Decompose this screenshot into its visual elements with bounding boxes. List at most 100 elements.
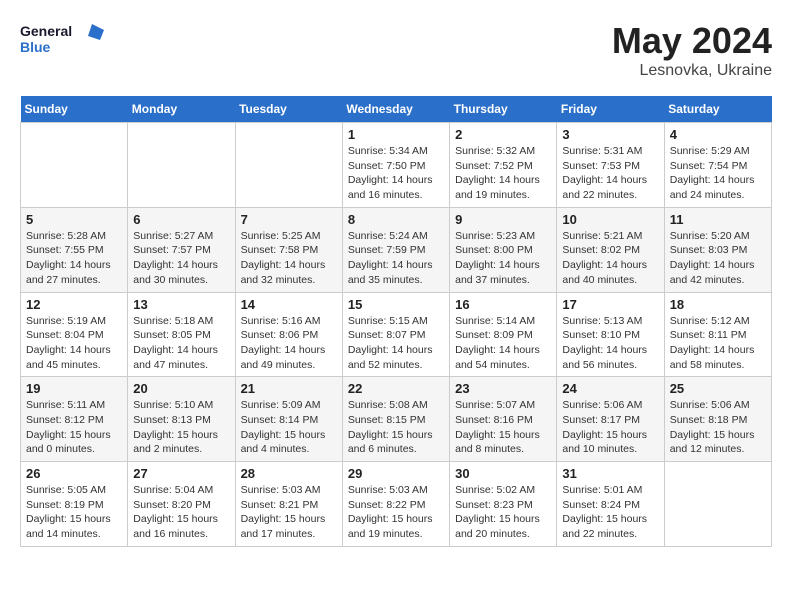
calendar-cell: 24 Sunrise: 5:06 AMSunset: 8:17 PMDayligh… — [557, 377, 664, 462]
day-number: 13 — [133, 297, 229, 312]
calendar-cell — [664, 462, 771, 547]
logo: General Blue — [20, 20, 110, 62]
weekday-header: Thursday — [450, 96, 557, 123]
calendar-cell: 10 Sunrise: 5:21 AMSunset: 8:02 PMDayligh… — [557, 207, 664, 292]
day-number: 25 — [670, 381, 766, 396]
day-number: 1 — [348, 127, 444, 142]
day-info: Sunrise: 5:32 AMSunset: 7:52 PMDaylight:… — [455, 144, 551, 203]
day-number: 28 — [241, 466, 337, 481]
day-info: Sunrise: 5:02 AMSunset: 8:23 PMDaylight:… — [455, 483, 551, 542]
day-info: Sunrise: 5:06 AMSunset: 8:18 PMDaylight:… — [670, 398, 766, 457]
day-number: 20 — [133, 381, 229, 396]
calendar-cell: 16 Sunrise: 5:14 AMSunset: 8:09 PMDayligh… — [450, 292, 557, 377]
day-number: 10 — [562, 212, 658, 227]
logo-svg: General Blue — [20, 20, 110, 62]
day-number: 27 — [133, 466, 229, 481]
day-info: Sunrise: 5:14 AMSunset: 8:09 PMDaylight:… — [455, 314, 551, 373]
day-number: 8 — [348, 212, 444, 227]
calendar-cell: 7Sunrise: 5:25 AMSunset: 7:58 PMDaylight… — [235, 207, 342, 292]
day-info: Sunrise: 5:31 AMSunset: 7:53 PMDaylight:… — [562, 144, 658, 203]
day-info: Sunrise: 5:01 AMSunset: 8:24 PMDaylight:… — [562, 483, 658, 542]
calendar-week-row: 5Sunrise: 5:28 AMSunset: 7:55 PMDaylight… — [21, 207, 772, 292]
day-info: Sunrise: 5:13 AMSunset: 8:10 PMDaylight:… — [562, 314, 658, 373]
svg-text:General: General — [20, 23, 72, 39]
title-block: May 2024 Lesnovka, Ukraine — [612, 20, 772, 80]
calendar-cell: 29Sunrise: 5:03 AMSunset: 8:22 PMDayligh… — [342, 462, 449, 547]
day-number: 17 — [562, 297, 658, 312]
day-info: Sunrise: 5:24 AMSunset: 7:59 PMDaylight:… — [348, 229, 444, 288]
location: Lesnovka, Ukraine — [612, 62, 772, 80]
calendar-cell — [235, 123, 342, 208]
day-number: 31 — [562, 466, 658, 481]
calendar-cell: 9 Sunrise: 5:23 AMSunset: 8:00 PMDaylight… — [450, 207, 557, 292]
calendar-cell: 15 Sunrise: 5:15 AMSunset: 8:07 PMDayligh… — [342, 292, 449, 377]
weekday-header: Wednesday — [342, 96, 449, 123]
day-info: Sunrise: 5:10 AMSunset: 8:13 PMDaylight:… — [133, 398, 229, 457]
day-number: 12 — [26, 297, 122, 312]
day-info: Sunrise: 5:12 AMSunset: 8:11 PMDaylight:… — [670, 314, 766, 373]
day-info: Sunrise: 5:20 AMSunset: 8:03 PMDaylight:… — [670, 229, 766, 288]
calendar-cell: 14 Sunrise: 5:16 AMSunset: 8:06 PMDayligh… — [235, 292, 342, 377]
calendar-week-row: 26 Sunrise: 5:05 AMSunset: 8:19 PMDayligh… — [21, 462, 772, 547]
day-info: Sunrise: 5:08 AMSunset: 8:15 PMDaylight:… — [348, 398, 444, 457]
day-info: Sunrise: 5:11 AMSunset: 8:12 PMDaylight:… — [26, 398, 122, 457]
day-info: Sunrise: 5:16 AMSunset: 8:06 PMDaylight:… — [241, 314, 337, 373]
day-number: 5 — [26, 212, 122, 227]
calendar-cell: 6 Sunrise: 5:27 AMSunset: 7:57 PMDaylight… — [128, 207, 235, 292]
calendar-cell: 30Sunrise: 5:02 AMSunset: 8:23 PMDayligh… — [450, 462, 557, 547]
day-number: 19 — [26, 381, 122, 396]
day-number: 26 — [26, 466, 122, 481]
calendar-cell: 19 Sunrise: 5:11 AMSunset: 8:12 PMDayligh… — [21, 377, 128, 462]
calendar-cell: 28Sunrise: 5:03 AMSunset: 8:21 PMDayligh… — [235, 462, 342, 547]
day-number: 22 — [348, 381, 444, 396]
calendar-cell: 13Sunrise: 5:18 AMSunset: 8:05 PMDayligh… — [128, 292, 235, 377]
day-number: 15 — [348, 297, 444, 312]
day-info: Sunrise: 5:27 AMSunset: 7:57 PMDaylight:… — [133, 229, 229, 288]
weekday-header: Saturday — [664, 96, 771, 123]
calendar-cell: 20 Sunrise: 5:10 AMSunset: 8:13 PMDayligh… — [128, 377, 235, 462]
calendar-table: SundayMondayTuesdayWednesdayThursdayFrid… — [20, 96, 772, 547]
day-number: 23 — [455, 381, 551, 396]
calendar-week-row: 1Sunrise: 5:34 AMSunset: 7:50 PMDaylight… — [21, 123, 772, 208]
day-number: 21 — [241, 381, 337, 396]
calendar-cell: 2Sunrise: 5:32 AMSunset: 7:52 PMDaylight… — [450, 123, 557, 208]
day-info: Sunrise: 5:29 AMSunset: 7:54 PMDaylight:… — [670, 144, 766, 203]
day-number: 14 — [241, 297, 337, 312]
day-number: 24 — [562, 381, 658, 396]
calendar-cell: 8 Sunrise: 5:24 AMSunset: 7:59 PMDaylight… — [342, 207, 449, 292]
weekday-header: Sunday — [21, 96, 128, 123]
calendar-cell — [128, 123, 235, 208]
calendar-cell: 27Sunrise: 5:04 AMSunset: 8:20 PMDayligh… — [128, 462, 235, 547]
day-info: Sunrise: 5:07 AMSunset: 8:16 PMDaylight:… — [455, 398, 551, 457]
month-title: May 2024 — [612, 20, 772, 62]
calendar-cell — [21, 123, 128, 208]
day-info: Sunrise: 5:03 AMSunset: 8:22 PMDaylight:… — [348, 483, 444, 542]
day-number: 6 — [133, 212, 229, 227]
calendar-cell: 22 Sunrise: 5:08 AMSunset: 8:15 PMDayligh… — [342, 377, 449, 462]
svg-text:Blue: Blue — [20, 39, 51, 55]
weekday-header-row: SundayMondayTuesdayWednesdayThursdayFrid… — [21, 96, 772, 123]
weekday-header: Friday — [557, 96, 664, 123]
calendar-cell: 1Sunrise: 5:34 AMSunset: 7:50 PMDaylight… — [342, 123, 449, 208]
weekday-header: Monday — [128, 96, 235, 123]
day-number: 11 — [670, 212, 766, 227]
calendar-cell: 3Sunrise: 5:31 AMSunset: 7:53 PMDaylight… — [557, 123, 664, 208]
day-info: Sunrise: 5:21 AMSunset: 8:02 PMDaylight:… — [562, 229, 658, 288]
day-info: Sunrise: 5:19 AMSunset: 8:04 PMDaylight:… — [26, 314, 122, 373]
calendar-cell: 11 Sunrise: 5:20 AMSunset: 8:03 PMDayligh… — [664, 207, 771, 292]
calendar-cell: 4 Sunrise: 5:29 AMSunset: 7:54 PMDaylight… — [664, 123, 771, 208]
day-info: Sunrise: 5:05 AMSunset: 8:19 PMDaylight:… — [26, 483, 122, 542]
day-info: Sunrise: 5:15 AMSunset: 8:07 PMDaylight:… — [348, 314, 444, 373]
day-info: Sunrise: 5:23 AMSunset: 8:00 PMDaylight:… — [455, 229, 551, 288]
calendar-cell: 25 Sunrise: 5:06 AMSunset: 8:18 PMDayligh… — [664, 377, 771, 462]
calendar-week-row: 19 Sunrise: 5:11 AMSunset: 8:12 PMDayligh… — [21, 377, 772, 462]
day-number: 16 — [455, 297, 551, 312]
calendar-cell: 12 Sunrise: 5:19 AMSunset: 8:04 PMDayligh… — [21, 292, 128, 377]
day-number: 4 — [670, 127, 766, 142]
calendar-cell: 21 Sunrise: 5:09 AMSunset: 8:14 PMDayligh… — [235, 377, 342, 462]
day-info: Sunrise: 5:06 AMSunset: 8:17 PMDaylight:… — [562, 398, 658, 457]
day-number: 7 — [241, 212, 337, 227]
day-number: 18 — [670, 297, 766, 312]
day-info: Sunrise: 5:09 AMSunset: 8:14 PMDaylight:… — [241, 398, 337, 457]
day-number: 9 — [455, 212, 551, 227]
